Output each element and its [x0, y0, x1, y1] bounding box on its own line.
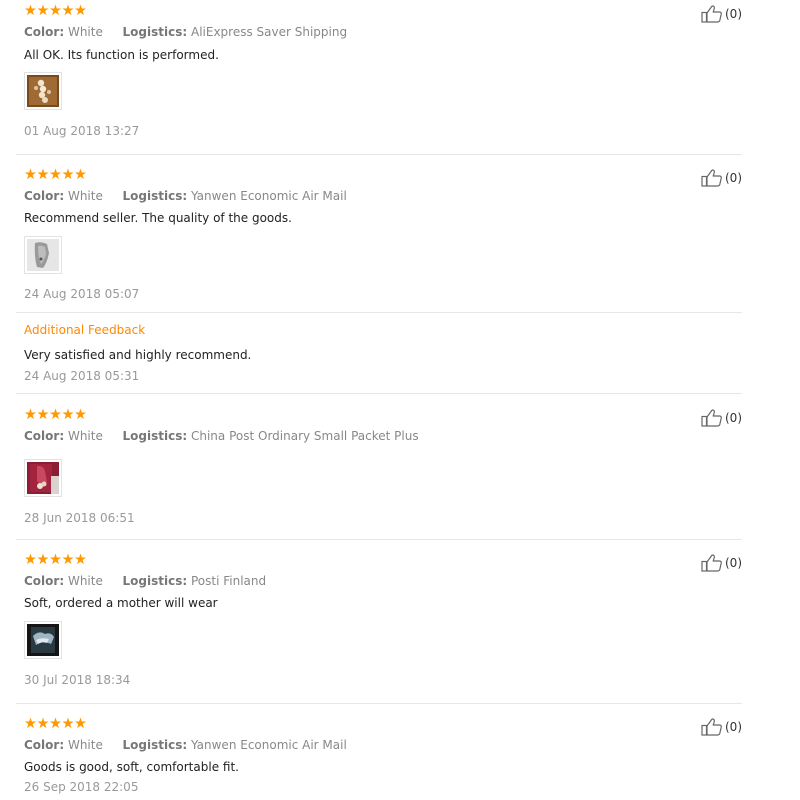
- helpful-count: (0): [725, 556, 742, 570]
- additional-feedback-date: 24 Aug 2018 05:31: [24, 369, 140, 383]
- photo-image: [27, 624, 59, 656]
- review-item: ★★★★★ Color: White Logistics: China Post…: [16, 408, 742, 532]
- logistics-value: Yanwen Economic Air Mail: [190, 189, 347, 203]
- logistics-value: Posti Finland: [190, 574, 267, 588]
- review-date: 28 Jun 2018 06:51: [24, 511, 135, 525]
- helpful-count: (0): [725, 720, 742, 734]
- divider: [16, 703, 742, 704]
- thumbs-up-icon: [701, 718, 722, 736]
- helpful-count: (0): [725, 171, 742, 185]
- thumbs-up-icon: [701, 554, 722, 572]
- star-rating: ★★★★★: [24, 3, 87, 19]
- review-item: ★★★★★ Color: White Logistics: Yanwen Eco…: [16, 717, 742, 800]
- review-text: All OK. Its function is performed.: [24, 48, 219, 62]
- color-value: White: [67, 574, 103, 588]
- color-label: Color:: [24, 738, 65, 752]
- photo-image: [27, 239, 59, 271]
- review-photo-thumbnail[interactable]: [24, 72, 62, 110]
- star-rating: ★★★★★: [24, 716, 87, 732]
- helpful-button[interactable]: (0): [701, 717, 742, 737]
- color-value: White: [67, 189, 103, 203]
- review-date: 01 Aug 2018 13:27: [24, 124, 140, 138]
- thumbs-up-icon: [701, 409, 722, 427]
- logistics-label: Logistics:: [122, 25, 188, 39]
- photo-image: [27, 462, 59, 494]
- color-label: Color:: [24, 574, 65, 588]
- logistics-label: Logistics:: [122, 574, 188, 588]
- review-meta: Color: White Logistics: AliExpress Saver…: [24, 24, 742, 40]
- review-photo-thumbnail[interactable]: [24, 236, 62, 274]
- logistics-value: AliExpress Saver Shipping: [190, 25, 348, 39]
- logistics-value: Yanwen Economic Air Mail: [190, 738, 347, 752]
- color-label: Color:: [24, 25, 65, 39]
- thumbs-up-icon: [701, 5, 722, 23]
- review-meta: Color: White Logistics: Yanwen Economic …: [24, 737, 742, 753]
- review-text: Goods is good, soft, comfortable fit.: [24, 760, 239, 774]
- star-rating: ★★★★★: [24, 167, 87, 183]
- helpful-count: (0): [725, 7, 742, 21]
- helpful-button[interactable]: (0): [701, 408, 742, 428]
- divider: [16, 154, 742, 155]
- helpful-count: (0): [725, 411, 742, 425]
- review-photo-thumbnail[interactable]: [24, 459, 62, 497]
- helpful-button[interactable]: (0): [701, 553, 742, 573]
- review-body: ★★★★★ Color: White Logistics: AliExpress…: [24, 3, 742, 138]
- divider: [16, 539, 742, 540]
- review-date: 30 Jul 2018 18:34: [24, 673, 131, 687]
- review-item: ★★★★★ Color: White Logistics: AliExpress…: [16, 4, 742, 148]
- divider: [16, 393, 742, 394]
- logistics-value: China Post Ordinary Small Packet Plus: [190, 429, 419, 443]
- helpful-button[interactable]: (0): [701, 168, 742, 188]
- review-item: ★★★★★ Color: White Logistics: Posti Finl…: [16, 553, 742, 697]
- review-body: ★★★★★ Color: White Logistics: Yanwen Eco…: [24, 716, 742, 794]
- star-rating: ★★★★★: [24, 552, 87, 568]
- review-meta: Color: White Logistics: Yanwen Economic …: [24, 188, 742, 204]
- additional-feedback-body: Additional Feedback Very satisfied and h…: [24, 322, 742, 383]
- review-text: Soft, ordered a mother will wear: [24, 596, 218, 610]
- thumbs-up-icon: [701, 169, 722, 187]
- review-photo-thumbnail[interactable]: [24, 621, 62, 659]
- review-body: ★★★★★ Color: White Logistics: China Post…: [24, 407, 742, 525]
- review-body: ★★★★★ Color: White Logistics: Posti Finl…: [24, 552, 742, 687]
- color-value: White: [67, 429, 103, 443]
- review-meta: Color: White Logistics: China Post Ordin…: [24, 428, 742, 444]
- helpful-button[interactable]: (0): [701, 4, 742, 24]
- additional-feedback-text: Very satisfied and highly recommend.: [24, 348, 252, 362]
- divider: [16, 312, 742, 313]
- review-meta: Color: White Logistics: Posti Finland: [24, 573, 742, 589]
- color-value: White: [67, 25, 103, 39]
- star-rating: ★★★★★: [24, 407, 87, 423]
- color-label: Color:: [24, 429, 65, 443]
- logistics-label: Logistics:: [122, 429, 188, 443]
- color-label: Color:: [24, 189, 65, 203]
- additional-feedback-title: Additional Feedback: [24, 323, 146, 337]
- logistics-label: Logistics:: [122, 189, 188, 203]
- color-value: White: [67, 738, 103, 752]
- review-body: ★★★★★ Color: White Logistics: Yanwen Eco…: [24, 167, 742, 301]
- review-date: 24 Aug 2018 05:07: [24, 287, 140, 301]
- review-text: Recommend seller. The quality of the goo…: [24, 211, 292, 225]
- photo-image: [27, 75, 59, 107]
- additional-feedback: Additional Feedback Very satisfied and h…: [16, 322, 742, 388]
- review-date: 26 Sep 2018 22:05: [24, 780, 139, 794]
- logistics-label: Logistics:: [122, 738, 188, 752]
